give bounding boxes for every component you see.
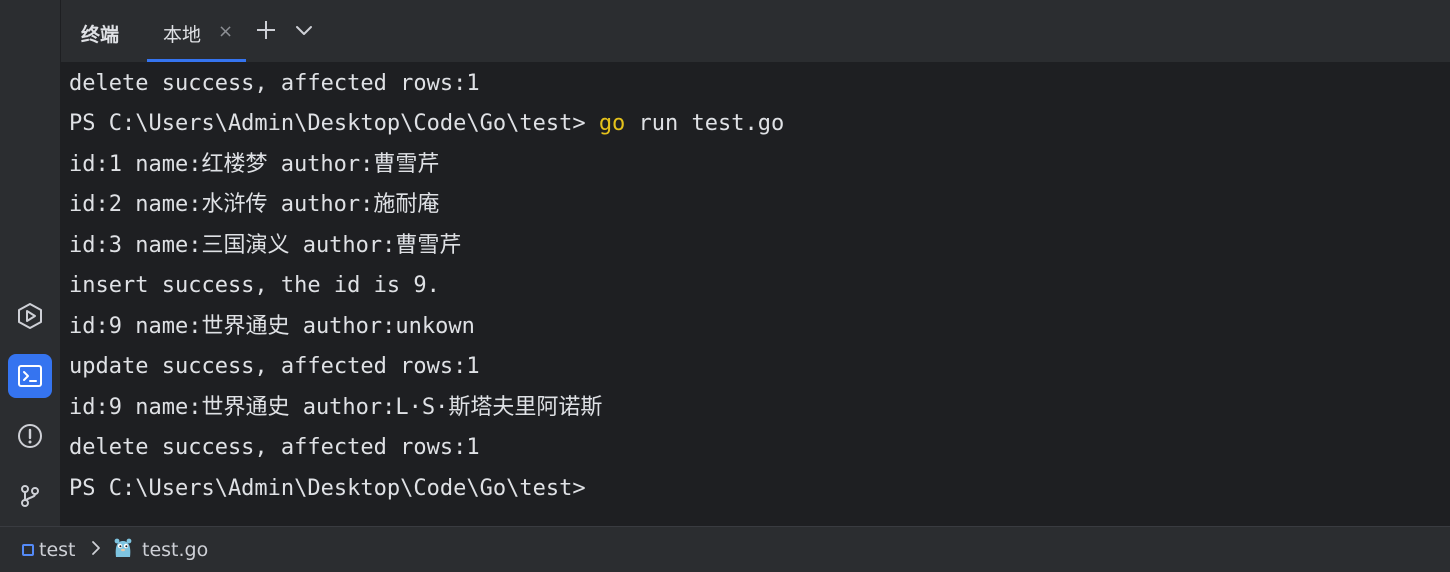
chevron-right-icon	[92, 541, 100, 555]
terminal-line: insert success, the id is 9.	[69, 273, 440, 298]
new-tab-button[interactable]	[252, 16, 280, 44]
tab-local[interactable]: 本地 ×	[147, 0, 246, 62]
go-file-icon	[114, 538, 132, 557]
problems-icon	[18, 424, 42, 448]
terminal-line: update success, affected rows:1	[69, 354, 480, 379]
terminal-prompt-line: PS C:\Users\Admin\Desktop\Code\Go\test> …	[69, 110, 784, 138]
git-branch-icon	[21, 485, 39, 507]
run-button[interactable]	[8, 294, 52, 338]
terminal-output[interactable]: delete success, affected rows:1 PS C:\Us…	[61, 62, 1450, 526]
close-icon[interactable]: ×	[218, 22, 233, 42]
module-icon	[22, 544, 34, 556]
plus-icon	[257, 21, 275, 39]
breadcrumb-module[interactable]: test	[39, 539, 76, 561]
terminal-line: id:9 name:世界通史 author:L·S·斯塔夫里阿诺斯	[69, 395, 603, 420]
command-name: go	[598, 111, 626, 136]
tab-dropdown-button[interactable]	[292, 18, 316, 42]
chevron-down-icon	[296, 26, 312, 35]
tool-window-title: 终端	[81, 24, 120, 46]
git-button[interactable]	[8, 474, 52, 518]
terminal-line: id:1 name:红楼梦 author:曹雪芹	[69, 152, 440, 177]
terminal-line: id:3 name:三国演义 author:曹雪芹	[69, 233, 462, 258]
terminal-prompt-line: PS C:\Users\Admin\Desktop\Code\Go\test>	[69, 476, 586, 501]
problems-button[interactable]	[8, 414, 52, 458]
tab-label: 本地	[163, 24, 202, 46]
left-toolbar	[0, 0, 61, 526]
prompt-path: PS C:\Users\Admin\Desktop\Code\Go\test>	[69, 111, 599, 136]
terminal-line: delete success, affected rows:1	[69, 435, 480, 460]
command-args: run test.go	[625, 111, 785, 136]
run-icon	[18, 303, 42, 329]
terminal-line: delete success, affected rows:1	[69, 71, 480, 96]
status-bar: test test.go	[0, 526, 1450, 572]
breadcrumb-file[interactable]: test.go	[142, 539, 208, 561]
terminal-line: id:2 name:水浒传 author:施耐庵	[69, 192, 440, 217]
terminal-button[interactable]	[8, 354, 52, 398]
terminal-icon	[18, 365, 42, 387]
terminal-line: id:9 name:世界通史 author:unkown	[69, 314, 475, 339]
tool-window-header: 终端 本地 ×	[61, 0, 1450, 62]
terminal-window: 终端 本地 × delete success, affected rows:1 …	[0, 0, 1450, 572]
